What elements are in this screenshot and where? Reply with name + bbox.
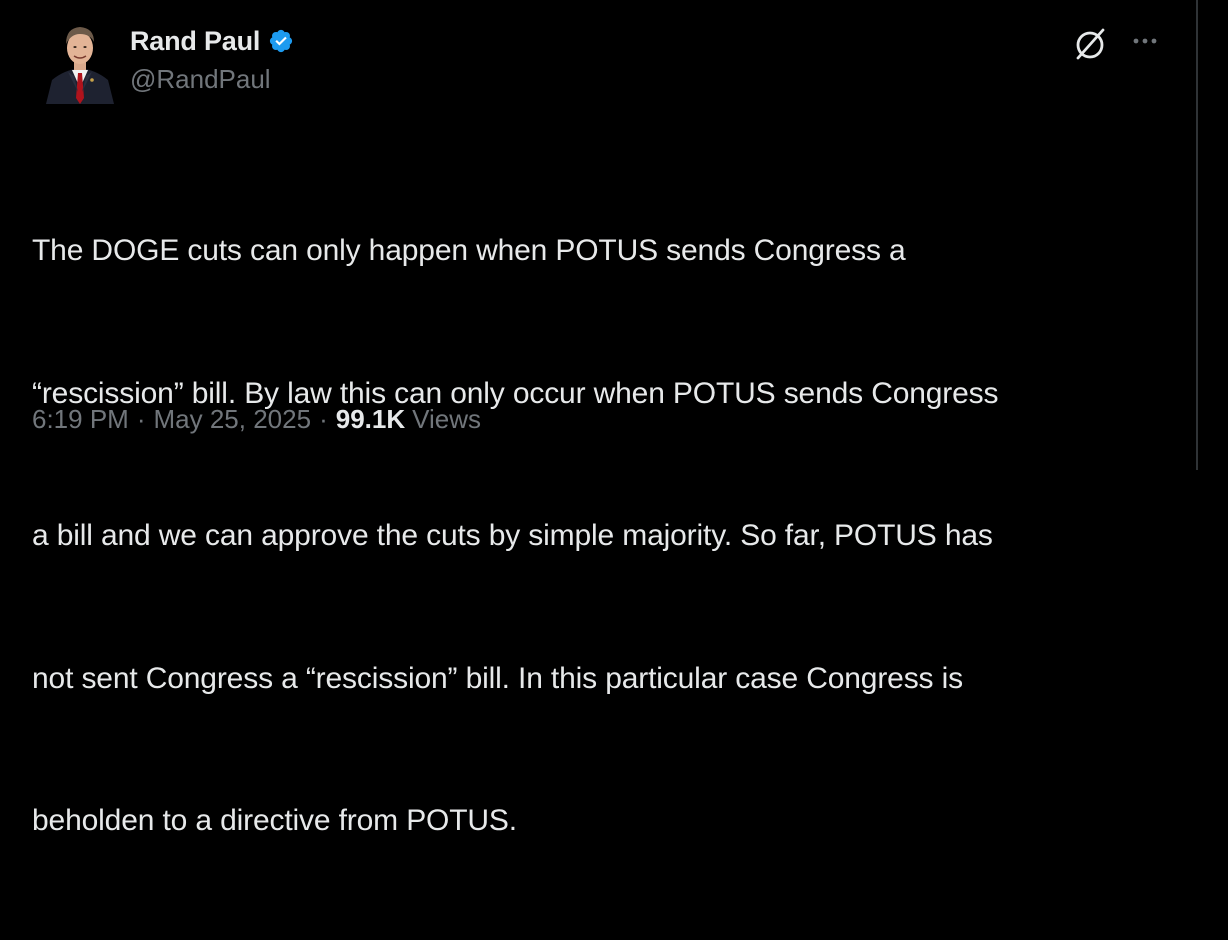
tweet-text-line: a bill and we can approve the cuts by si…	[32, 519, 993, 552]
tweet-text: The DOGE cuts can only happen when POTUS…	[32, 132, 1182, 940]
meta-separator: ·	[136, 404, 146, 434]
tweet-meta: 6:19 PM · May 25, 2025 · 99.1K Views	[32, 404, 481, 435]
views-count: 99.1K	[335, 404, 406, 434]
tweet-text-line: not sent Congress a “rescission” bill. I…	[32, 661, 963, 695]
tweet-date[interactable]: May 25, 2025	[154, 404, 312, 435]
tweet-text-line: The DOGE cuts can only happen when POTUS…	[32, 234, 906, 267]
tweet-text-line: beholden to a directive from POTUS.	[32, 804, 517, 837]
avatar[interactable]	[44, 18, 116, 104]
verified-badge-icon[interactable]	[268, 28, 294, 54]
tweet-time[interactable]: 6:19 PM	[32, 404, 129, 435]
author-handle[interactable]: @RandPaul	[130, 64, 294, 95]
ellipsis-icon[interactable]	[1126, 24, 1166, 64]
author-block: Rand Paul @RandPaul	[130, 24, 294, 95]
views-label: Views	[412, 404, 482, 434]
meta-separator: ·	[319, 404, 328, 434]
author-display-name[interactable]: Rand Paul	[130, 26, 260, 57]
name-row: Rand Paul	[130, 24, 294, 58]
avatar-image	[44, 18, 116, 104]
tweet-card: Rand Paul @RandPaul The DOGE cuts can on…	[0, 0, 1194, 837]
timeline-border	[1196, 0, 1198, 470]
grok-slash-circle-icon[interactable]	[1070, 24, 1110, 64]
